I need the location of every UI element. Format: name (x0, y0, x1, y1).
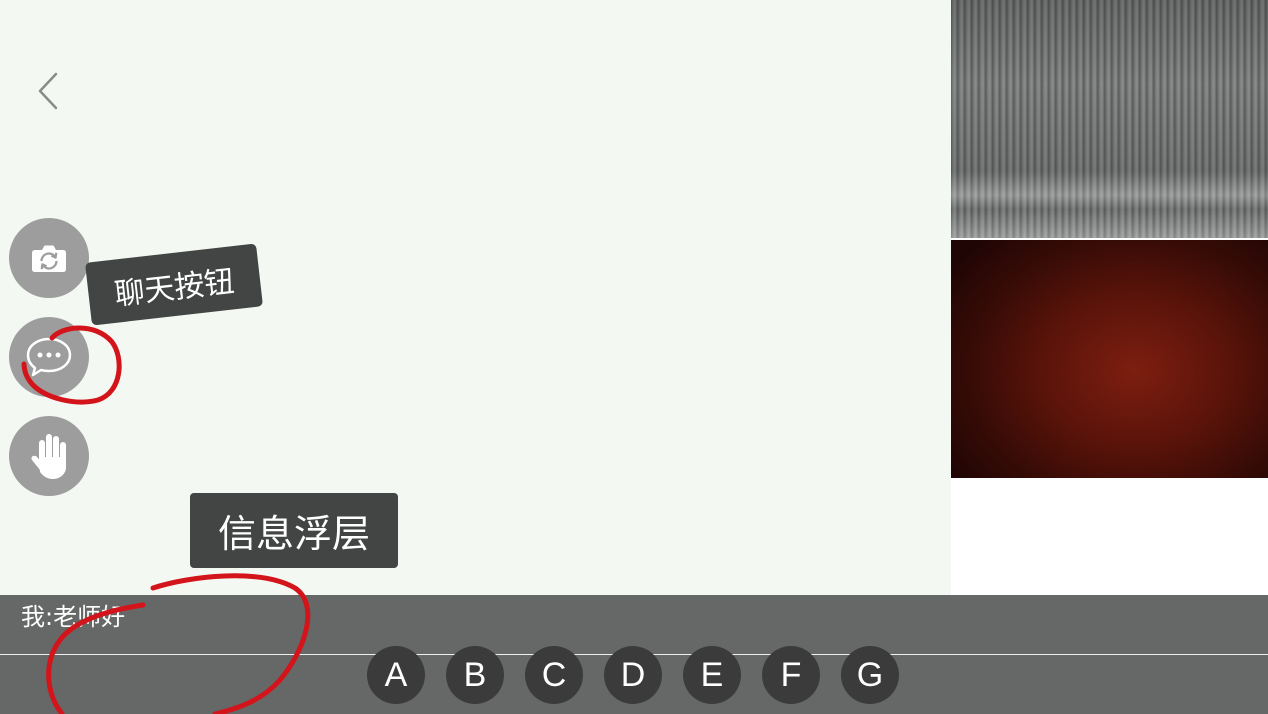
chat-button-tooltip: 聊天按钮 (84, 243, 264, 326)
answer-option-a[interactable]: A (367, 646, 425, 704)
answer-options: A B C D E F G (367, 646, 899, 704)
answer-option-e[interactable]: E (683, 646, 741, 704)
raise-hand-button[interactable] (9, 416, 89, 496)
camera-switch-icon (32, 245, 66, 272)
answer-option-b[interactable]: B (446, 646, 504, 704)
video-feed-bottom[interactable] (951, 240, 1268, 478)
chevron-left-icon (38, 72, 58, 110)
answer-option-c[interactable]: C (525, 646, 583, 704)
message-overlay-tooltip: 信息浮层 (190, 493, 398, 568)
video-feed-top[interactable] (951, 0, 1268, 238)
chat-message: 我:老师好 (21, 603, 126, 631)
classroom-board: 聊天按钮 信息浮层 (0, 0, 951, 595)
answer-option-g[interactable]: G (841, 646, 899, 704)
raise-hand-icon (31, 434, 66, 479)
answer-option-f[interactable]: F (762, 646, 820, 704)
chat-bubble-icon (26, 337, 72, 377)
chat-button[interactable] (9, 317, 89, 397)
switch-camera-button[interactable] (9, 218, 89, 298)
back-button[interactable] (34, 70, 64, 112)
video-panel (951, 0, 1268, 595)
answer-option-d[interactable]: D (604, 646, 662, 704)
